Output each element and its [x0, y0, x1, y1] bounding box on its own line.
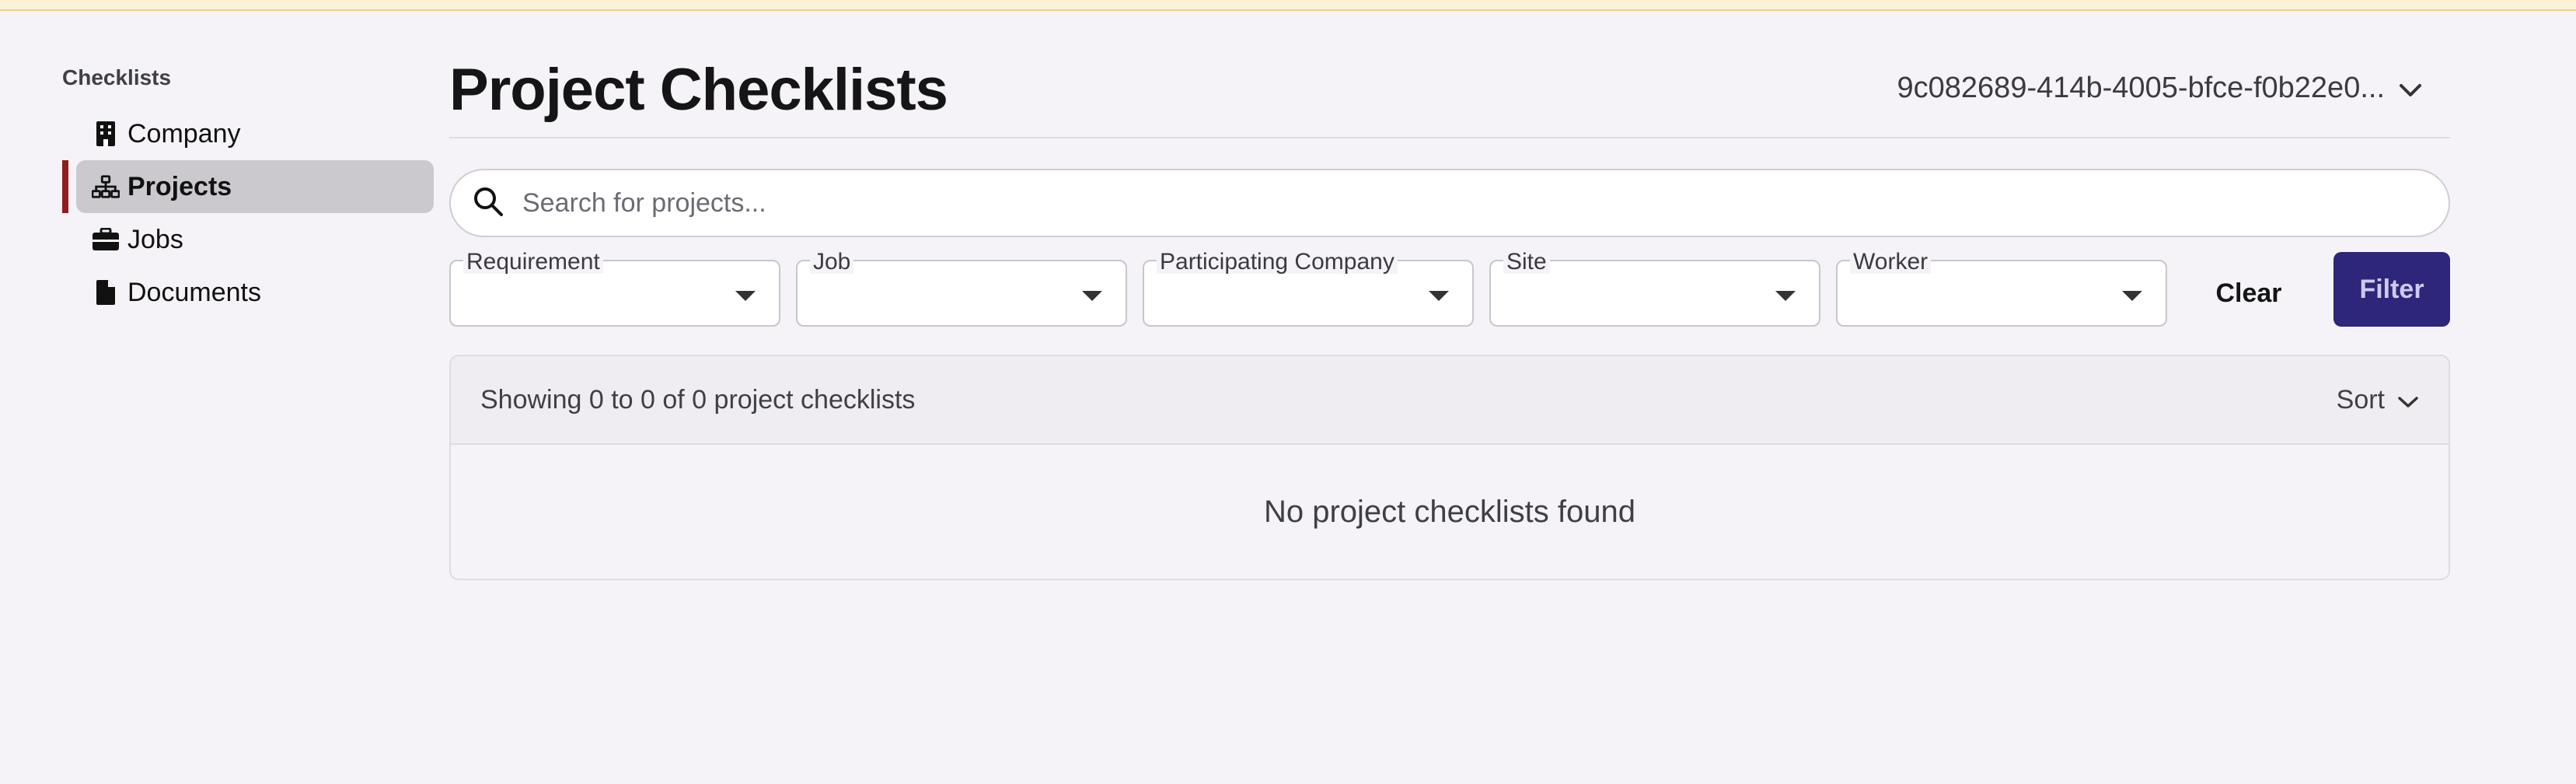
- filter-bar: Requirement Job Participating Company Si…: [449, 250, 2450, 336]
- participating-company-select[interactable]: Participating Company: [1143, 250, 1474, 327]
- worker-select[interactable]: Worker: [1836, 250, 2167, 327]
- requirement-label: Requirement: [463, 250, 603, 274]
- empty-state: No project checklists found: [1263, 494, 1635, 529]
- results-header: Showing 0 to 0 of 0 project checklists S…: [451, 356, 2449, 445]
- sidebar-item-label: Documents: [127, 277, 261, 307]
- search-bar[interactable]: [449, 169, 2450, 237]
- sidebar-item-documents[interactable]: Documents: [62, 266, 435, 319]
- caret-down-icon: [1429, 291, 1449, 301]
- building-icon: [92, 120, 120, 148]
- filter-button[interactable]: Filter: [2333, 252, 2450, 327]
- project-selector[interactable]: 9c082689-414b-4005-bfce-f0b22e0...: [1897, 72, 2422, 105]
- search-icon: [473, 186, 504, 221]
- job-select[interactable]: Job: [796, 250, 1127, 327]
- notice-banner: [0, 0, 2576, 11]
- page-title: Project Checklists: [449, 57, 948, 123]
- main-content: Project Checklists 9c082689-414b-4005-bf…: [449, 47, 2450, 580]
- sidebar-heading: Checklists: [62, 65, 172, 89]
- sidebar: Checklists Company Projects Jobs Documen…: [62, 65, 435, 319]
- results-panel: Showing 0 to 0 of 0 project checklists S…: [449, 355, 2450, 580]
- project-id-text: 9c082689-414b-4005-bfce-f0b22e0...: [1897, 72, 2385, 104]
- sort-button[interactable]: Sort: [2337, 385, 2419, 415]
- caret-down-icon: [1775, 291, 1796, 301]
- site-label: Site: [1503, 250, 1550, 274]
- requirement-select[interactable]: Requirement: [449, 250, 780, 327]
- sidebar-item-projects[interactable]: Projects: [62, 160, 435, 213]
- sidebar-item-label: Projects: [127, 171, 232, 201]
- sidebar-item-company[interactable]: Company: [62, 107, 435, 160]
- worker-label: Worker: [1850, 250, 1932, 274]
- active-indicator: [62, 160, 68, 213]
- participating-company-label: Participating Company: [1157, 250, 1398, 274]
- page-header: Project Checklists 9c082689-414b-4005-bf…: [449, 47, 2450, 138]
- job-label: Job: [810, 250, 854, 274]
- clear-button[interactable]: Clear: [2198, 260, 2299, 327]
- sidebar-item-label: Jobs: [127, 224, 183, 254]
- sitemap-icon: [92, 173, 120, 201]
- sidebar-item-jobs[interactable]: Jobs: [62, 213, 435, 266]
- caret-down-icon: [1082, 291, 1102, 301]
- search-input[interactable]: [522, 187, 2310, 219]
- sort-label: Sort: [2336, 384, 2385, 415]
- site-select[interactable]: Site: [1489, 250, 1820, 327]
- chevron-down-icon: [2399, 72, 2422, 105]
- results-count: Showing 0 to 0 of 0 project checklists: [480, 384, 916, 415]
- caret-down-icon: [735, 291, 756, 301]
- chevron-down-icon: [2397, 385, 2419, 415]
- briefcase-icon: [92, 226, 120, 254]
- file-icon: [92, 278, 120, 306]
- sidebar-item-label: Company: [127, 118, 241, 149]
- caret-down-icon: [2122, 291, 2142, 301]
